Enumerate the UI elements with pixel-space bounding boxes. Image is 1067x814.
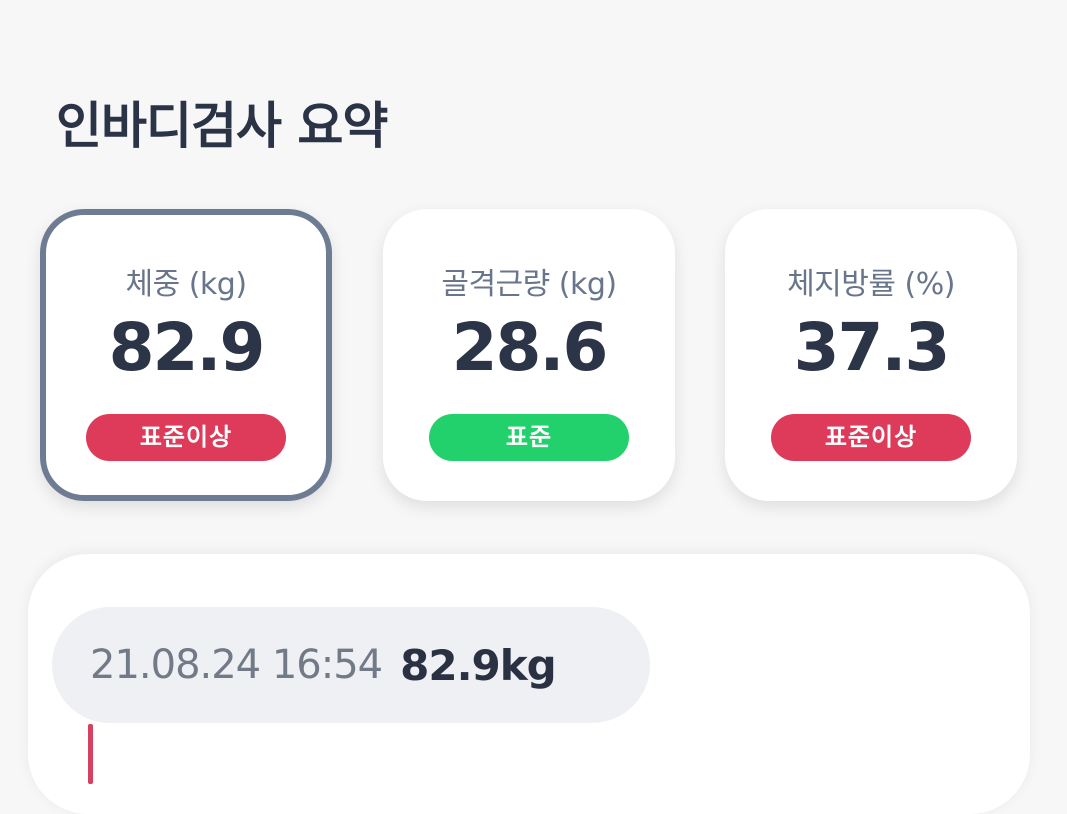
- history-datetime: 21.08.24 16:54: [90, 642, 383, 688]
- status-badge: 표준이상: [771, 414, 971, 461]
- history-panel: 21.08.24 16:54 82.9kg: [28, 554, 1030, 814]
- status-badge: 표준이상: [86, 414, 286, 461]
- history-value: 82.9kg: [400, 640, 557, 690]
- card-label: 체지방률 (%): [787, 267, 955, 302]
- status-badge: 표준: [429, 414, 629, 461]
- card-label: 체중 (kg): [125, 267, 247, 302]
- summary-cards: 체중 (kg) 82.9 표준이상 골격근량 (kg) 28.6 표준 체지방률…: [0, 0, 1067, 560]
- history-marker: [88, 724, 93, 784]
- history-item[interactable]: 21.08.24 16:54 82.9kg: [52, 607, 650, 723]
- card-value: 82.9: [108, 309, 266, 386]
- card-label: 골격근량 (kg): [441, 267, 617, 302]
- card-skeletal-muscle[interactable]: 골격근량 (kg) 28.6 표준: [383, 209, 675, 501]
- card-value: 28.6: [451, 309, 609, 386]
- card-body-fat[interactable]: 체지방률 (%) 37.3 표준이상: [725, 209, 1017, 501]
- card-value: 37.3: [793, 309, 951, 386]
- card-weight[interactable]: 체중 (kg) 82.9 표준이상: [40, 209, 332, 501]
